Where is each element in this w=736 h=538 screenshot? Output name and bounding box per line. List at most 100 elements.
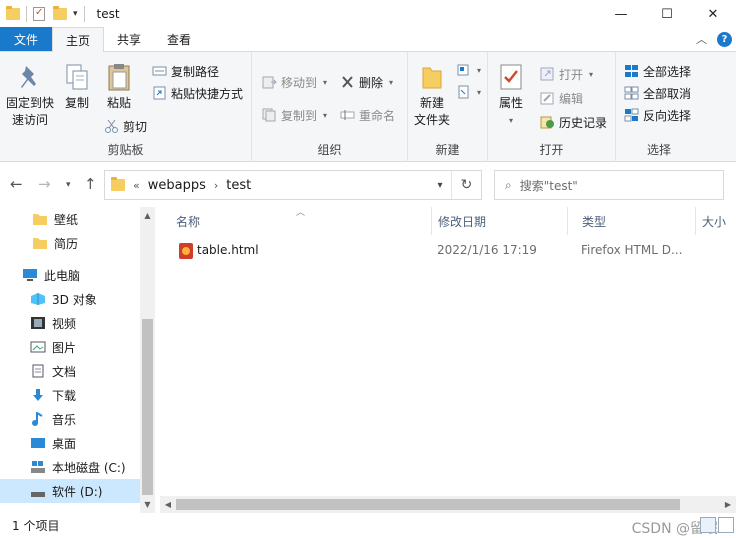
properties-button[interactable]: 属性 ▾: [498, 62, 524, 129]
pictures-icon: [30, 340, 46, 354]
new-group: 新建 文件夹 ▾ ▾ 新建: [408, 52, 488, 162]
file-list: ︿ 名称 修改日期 类型 大小 table.html 2022/1/16 17:…: [160, 207, 736, 513]
breadcrumb-webapps[interactable]: webapps: [148, 178, 206, 193]
nav-item-music[interactable]: 音乐: [0, 407, 140, 431]
select-none-button[interactable]: 全部取消: [624, 83, 691, 103]
search-input[interactable]: ⌕ 搜索"test": [494, 170, 724, 200]
column-header-modified[interactable]: 修改日期: [422, 207, 568, 235]
breadcrumb-test[interactable]: test: [226, 178, 251, 193]
address-bar[interactable]: « webapps › test ▾ ↻: [104, 170, 482, 200]
paste-button[interactable]: 粘贴: [106, 62, 132, 112]
minimize-button[interactable]: —: [598, 0, 644, 28]
ribbon-tabs: 文件 主页 共享 查看 ︿ ?: [0, 27, 736, 52]
file-list-hscrollbar[interactable]: ◀ ▶: [160, 496, 736, 513]
new-item-button[interactable]: ▾: [456, 60, 481, 80]
ribbon: 固定到快 速访问 复制 粘贴 复制路径 粘贴快捷方式 剪切 剪贴板 移动到 ▾ …: [0, 52, 736, 162]
paste-shortcut-icon: [152, 86, 167, 100]
clipboard-group-label: 剪贴板: [107, 143, 144, 157]
close-button[interactable]: ✕: [690, 0, 736, 28]
video-icon: [30, 316, 46, 330]
table-row[interactable]: table.html 2022/1/16 17:19 Firefox HTML …: [172, 240, 732, 262]
divider: [26, 6, 27, 22]
maximize-button[interactable]: ☐: [644, 0, 690, 28]
delete-button[interactable]: 删除 ▾: [340, 72, 393, 92]
column-header-type[interactable]: 类型: [566, 207, 696, 235]
nav-item-documents[interactable]: 文档: [0, 359, 140, 383]
tab-view[interactable]: 查看: [154, 27, 204, 51]
easy-access-button[interactable]: ▾: [456, 82, 481, 102]
help-icon[interactable]: ?: [717, 31, 732, 47]
refresh-icon[interactable]: ↻: [451, 171, 481, 199]
move-to-icon: [262, 75, 277, 89]
nav-item-local-disk-c[interactable]: 本地磁盘 (C:): [0, 455, 140, 479]
large-icons-view-icon[interactable]: [718, 517, 734, 533]
address-row: ← → ▾ ↑ « webapps › test ▾ ↻ ⌕ 搜索"test": [0, 163, 736, 207]
nav-item-3d-objects[interactable]: 3D 对象: [0, 287, 140, 311]
pin-quick-access-button[interactable]: 固定到快 速访问: [6, 62, 54, 129]
organize-group: 移动到 ▾ 删除 ▾ 复制到 ▾ 重命名 组织: [252, 52, 408, 162]
nav-item-wallpaper[interactable]: 壁纸: [0, 207, 140, 231]
new-folder-button[interactable]: 新建 文件夹: [414, 62, 450, 129]
up-arrow-icon[interactable]: ↑: [84, 175, 97, 193]
move-to-button[interactable]: 移动到 ▾: [262, 72, 327, 92]
folder-icon: [32, 212, 48, 226]
edit-button[interactable]: 编辑: [540, 88, 583, 108]
forward-arrow-icon[interactable]: →: [38, 175, 51, 193]
tab-share[interactable]: 共享: [104, 27, 154, 51]
nav-item-desktop[interactable]: 桌面: [0, 431, 140, 455]
copy-icon: [64, 62, 90, 92]
desktop-icon: [30, 436, 46, 450]
drive-icon: [30, 460, 46, 474]
tab-file[interactable]: 文件: [0, 27, 53, 51]
invert-selection-button[interactable]: 反向选择: [624, 105, 691, 125]
nav-item-resume[interactable]: 简历: [0, 231, 140, 255]
folder-icon: [32, 236, 48, 250]
copy-button[interactable]: 复制: [64, 62, 90, 112]
nav-item-pictures[interactable]: 图片: [0, 335, 140, 359]
scroll-right-icon[interactable]: ▶: [720, 496, 736, 513]
back-arrow-icon[interactable]: ←: [10, 175, 23, 193]
column-header-name[interactable]: 名称: [160, 207, 432, 235]
navigation-pane: 壁纸 简历 此电脑 3D 对象 视频 图片 文档 下载 音乐 桌面 本地磁盘 (…: [0, 207, 140, 513]
nav-item-software-d[interactable]: 软件 (D:): [0, 479, 140, 503]
overflow-crumb[interactable]: «: [133, 179, 140, 192]
copy-to-button[interactable]: 复制到 ▾: [262, 105, 327, 125]
details-view-icon[interactable]: [700, 517, 716, 533]
hscroll-thumb[interactable]: [176, 499, 680, 510]
new-folder-icon: [419, 62, 445, 92]
chevron-down-icon[interactable]: ▾: [429, 180, 451, 191]
column-header-size[interactable]: 大小: [686, 207, 736, 235]
paste-icon: [106, 62, 132, 92]
new-folder-icon[interactable]: [53, 6, 67, 20]
rename-button[interactable]: 重命名: [340, 105, 395, 125]
nav-item-this-pc[interactable]: 此电脑: [0, 263, 140, 287]
search-icon: ⌕: [505, 177, 512, 192]
scroll-down-icon[interactable]: ▼: [140, 496, 155, 513]
select-group: 全部选择 全部取消 反向选择 选择: [616, 52, 702, 162]
tab-home[interactable]: 主页: [52, 27, 105, 52]
3d-objects-icon: [30, 292, 46, 306]
select-all-button[interactable]: 全部选择: [624, 61, 691, 81]
copy-path-icon: [152, 64, 167, 78]
copy-path-button[interactable]: 复制路径: [152, 61, 219, 81]
folder-icon: [111, 177, 125, 191]
nav-scrollbar[interactable]: ▲ ▼: [140, 207, 155, 513]
nav-item-videos[interactable]: 视频: [0, 311, 140, 335]
firefox-html-icon: [179, 243, 193, 259]
open-button[interactable]: 打开 ▾: [540, 64, 593, 84]
scroll-up-icon[interactable]: ▲: [140, 207, 155, 224]
copy-to-icon: [262, 108, 277, 122]
paste-shortcut-button[interactable]: 粘贴快捷方式: [152, 83, 243, 103]
properties-icon[interactable]: [33, 7, 45, 21]
recent-locations-icon[interactable]: ▾: [66, 180, 71, 190]
customize-toolbar-icon[interactable]: ▾: [73, 9, 78, 19]
edit-icon: [540, 91, 555, 105]
scroll-thumb[interactable]: [142, 319, 153, 495]
cut-button[interactable]: 剪切: [104, 116, 147, 136]
chevron-right-icon[interactable]: ›: [214, 179, 218, 192]
select-group-label: 选择: [646, 143, 671, 157]
history-button[interactable]: 历史记录: [540, 112, 607, 132]
collapse-ribbon-icon[interactable]: ︿: [696, 31, 707, 47]
nav-item-downloads[interactable]: 下载: [0, 383, 140, 407]
scroll-left-icon[interactable]: ◀: [160, 496, 176, 513]
